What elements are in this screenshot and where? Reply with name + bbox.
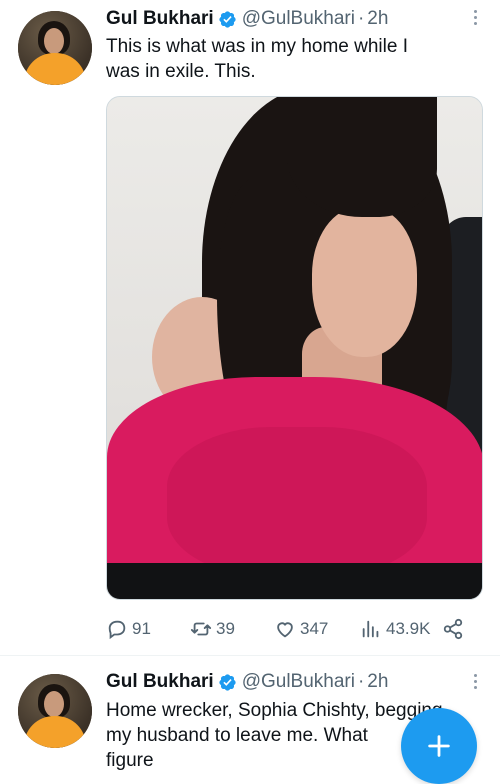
heart-icon: [277, 622, 293, 638]
verified-badge-icon: [219, 10, 236, 28]
separator: ·: [357, 671, 365, 692]
timestamp[interactable]: 2h: [367, 671, 388, 693]
tweet-header: Gul Bukhari @GulBukhari · 2h: [106, 669, 388, 695]
plus-icon: [428, 735, 450, 757]
tweet-photo[interactable]: [106, 96, 483, 600]
author-name[interactable]: Gul Bukhari: [106, 671, 214, 693]
views-icon: [362, 620, 379, 638]
share-icon: [443, 618, 463, 640]
tweet[interactable]: Gul Bukhari @GulBukhari · 2h This is wha…: [0, 0, 500, 656]
reply-count: 91: [132, 619, 151, 638]
like-button[interactable]: 347: [274, 618, 328, 640]
author-name[interactable]: Gul Bukhari: [106, 8, 214, 30]
tweet-text: This is what was in my home while I was …: [106, 34, 486, 84]
views-button[interactable]: 43.9K: [360, 618, 430, 640]
view-count: 43.9K: [386, 619, 431, 638]
tweet-text-line: This is what was in my home while I: [106, 36, 408, 57]
tweet-actions: 91 39 347 43.9K: [106, 616, 476, 644]
separator: ·: [357, 8, 365, 29]
author-handle[interactable]: @GulBukhari: [242, 671, 355, 693]
retweet-count: 39: [216, 619, 235, 638]
reply-icon: [108, 620, 126, 640]
retweet-button[interactable]: 39: [190, 618, 235, 640]
tweet-text-line: was in exile. This.: [106, 61, 256, 82]
like-count: 347: [300, 619, 329, 638]
retweet-icon: [190, 622, 212, 636]
avatar[interactable]: [18, 11, 92, 85]
more-icon[interactable]: [472, 674, 478, 694]
more-icon[interactable]: [472, 10, 478, 30]
timestamp[interactable]: 2h: [367, 8, 388, 30]
tweet-header: Gul Bukhari @GulBukhari · 2h: [106, 6, 388, 32]
share-button[interactable]: [442, 618, 468, 640]
verified-badge-icon: [219, 673, 236, 691]
author-handle[interactable]: @GulBukhari: [242, 8, 355, 30]
compose-button[interactable]: [401, 708, 477, 784]
reply-button[interactable]: 91: [106, 618, 151, 640]
avatar[interactable]: [18, 674, 92, 748]
